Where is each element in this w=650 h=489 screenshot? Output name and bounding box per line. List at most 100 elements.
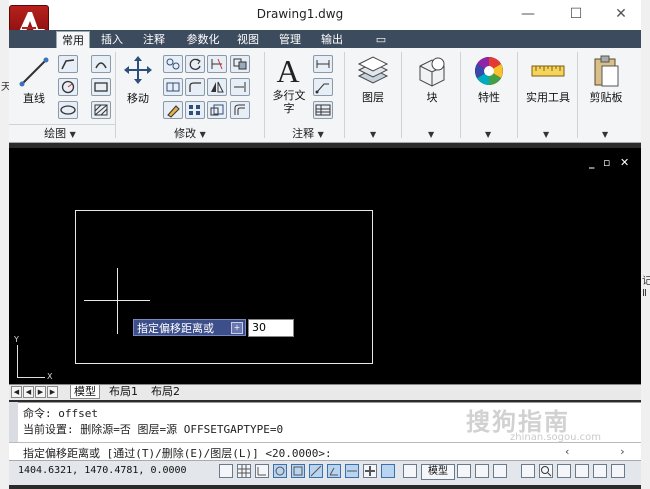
dynamic-input-icon[interactable] <box>345 464 359 478</box>
block-expand-icon[interactable]: ▼ <box>428 130 434 139</box>
canvas-close-button[interactable]: ✕ <box>620 156 629 169</box>
paste-icon <box>594 55 619 87</box>
circle-icon[interactable] <box>58 78 78 96</box>
drawn-rectangle[interactable] <box>75 210 373 364</box>
first-layout-icon[interactable]: ◀ <box>11 386 22 398</box>
maximize-button[interactable]: ☐ <box>561 3 591 25</box>
block-button[interactable] <box>414 54 450 88</box>
tab-home[interactable]: 常用 <box>56 31 90 49</box>
command-scroll-left-icon[interactable]: ‹ <box>564 445 571 458</box>
move-button[interactable] <box>122 54 154 86</box>
tab-layout2[interactable]: 布局2 <box>151 385 180 398</box>
draw-panel-title[interactable]: 绘图 ▼ <box>30 125 90 140</box>
copy-icon[interactable] <box>163 55 183 73</box>
command-window-handle[interactable] <box>9 402 18 442</box>
ucs-y-axis <box>17 345 18 377</box>
zoom-icon[interactable] <box>539 464 553 478</box>
mtext-label: 多行文字 <box>272 89 306 115</box>
last-layout-icon[interactable]: ▶ <box>47 386 58 398</box>
minimize-button[interactable]: — <box>513 3 543 25</box>
clipboard-label: 剪贴板 <box>589 91 623 104</box>
prev-layout-icon[interactable]: ◀ <box>23 386 34 398</box>
pan-icon[interactable] <box>521 464 535 478</box>
utilities-button[interactable] <box>530 58 566 84</box>
steering-wheel-icon[interactable] <box>557 464 571 478</box>
measure-ruler-icon <box>531 65 565 77</box>
command-prompt: 指定偏移距离或 [通过(T)/删除(E)/图层(L)] <20.0000>: <box>23 447 332 460</box>
tab-view[interactable]: 视图 <box>232 31 264 48</box>
tab-parametric[interactable]: 参数化 <box>182 31 224 48</box>
clipboard-expand-icon[interactable]: ▼ <box>602 130 608 139</box>
annotation-panel-title[interactable]: 注释 ▼ <box>280 125 336 140</box>
panel-divider <box>115 52 116 138</box>
clipboard-button[interactable] <box>590 54 622 88</box>
ellipse-icon[interactable] <box>58 101 78 119</box>
watermark-url: zhinan.sogou.com <box>510 432 602 443</box>
otrack-icon[interactable] <box>309 464 323 478</box>
panel-divider <box>577 52 578 138</box>
modify-panel-title[interactable]: 修改 ▼ <box>160 125 220 140</box>
tab-insert[interactable]: 插入 <box>96 31 128 48</box>
toolbar-lock-icon[interactable] <box>611 464 625 478</box>
layers-button[interactable] <box>355 54 391 88</box>
tab-layout1[interactable]: 布局1 <box>109 385 138 398</box>
rotate-icon[interactable] <box>185 55 205 73</box>
quick-view-layouts-icon[interactable] <box>457 464 471 478</box>
table-icon[interactable] <box>313 101 333 119</box>
line-button[interactable] <box>16 54 52 90</box>
array-icon[interactable] <box>185 101 205 119</box>
tab-options-icon[interactable]: ▭ <box>370 31 392 48</box>
mirror-copy-icon[interactable] <box>230 55 250 73</box>
tab-annotate[interactable]: 注释 <box>138 31 170 48</box>
mirror-icon[interactable] <box>207 78 227 96</box>
tab-output[interactable]: 输出 <box>316 31 348 48</box>
annotation-scale-icon[interactable] <box>493 464 507 478</box>
model-space-button[interactable]: 模型 <box>421 464 455 480</box>
panel-divider <box>401 52 402 138</box>
quick-view-drawings-icon[interactable] <box>475 464 489 478</box>
extend-icon[interactable] <box>230 78 250 96</box>
fillet-icon[interactable] <box>185 78 205 96</box>
osnap-icon[interactable] <box>291 464 305 478</box>
scale-icon[interactable] <box>207 101 227 119</box>
block-label: 块 <box>426 91 438 104</box>
quick-properties-icon[interactable] <box>381 464 395 478</box>
polar-icon[interactable] <box>273 464 287 478</box>
layers-expand-icon[interactable]: ▼ <box>370 130 376 139</box>
command-scroll-right-icon[interactable]: › <box>619 445 626 458</box>
leader-icon[interactable] <box>313 78 333 96</box>
desktop-right-edge <box>641 0 650 489</box>
tab-model[interactable]: 模型 <box>70 385 100 399</box>
close-button[interactable]: ✕ <box>606 3 636 25</box>
polyline-icon[interactable] <box>58 55 78 73</box>
lineweight-icon[interactable] <box>363 464 377 478</box>
offset-distance-input[interactable]: 30 <box>248 319 294 337</box>
selection-cycling-icon[interactable] <box>403 464 417 478</box>
mtext-button[interactable]: A <box>272 54 304 88</box>
erase-icon[interactable] <box>163 101 183 119</box>
canvas-restore-button[interactable]: ▫ <box>603 156 610 169</box>
dimension-icon[interactable] <box>313 55 333 73</box>
workspace-switch-icon[interactable] <box>593 464 607 478</box>
ortho-icon[interactable] <box>255 464 269 478</box>
panel-divider <box>460 52 461 138</box>
command-line[interactable]: 指定偏移距离或 [通过(T)/删除(E)/图层(L)] <20.0000>: ‹… <box>9 442 641 461</box>
showmotion-icon[interactable] <box>575 464 589 478</box>
tab-manage[interactable]: 管理 <box>274 31 306 48</box>
canvas-minimize-button[interactable]: _ <box>589 156 595 169</box>
hatch-icon[interactable] <box>91 101 111 119</box>
trim-icon[interactable] <box>207 55 227 73</box>
rectangle-icon[interactable] <box>91 78 111 96</box>
dynamic-ucs-icon[interactable] <box>327 464 341 478</box>
properties-expand-icon[interactable]: ▼ <box>485 130 491 139</box>
stretch-icon[interactable] <box>163 78 183 96</box>
infer-constraints-icon[interactable] <box>219 464 233 478</box>
properties-button[interactable] <box>471 54 507 88</box>
next-layout-icon[interactable]: ▶ <box>35 386 46 398</box>
utilities-expand-icon[interactable]: ▼ <box>543 130 549 139</box>
grid-icon[interactable] <box>237 464 251 478</box>
offset-icon[interactable] <box>230 101 250 119</box>
color-wheel-icon <box>475 57 503 85</box>
arc-icon[interactable] <box>91 55 111 73</box>
prompt-options-icon[interactable]: + <box>231 322 243 334</box>
